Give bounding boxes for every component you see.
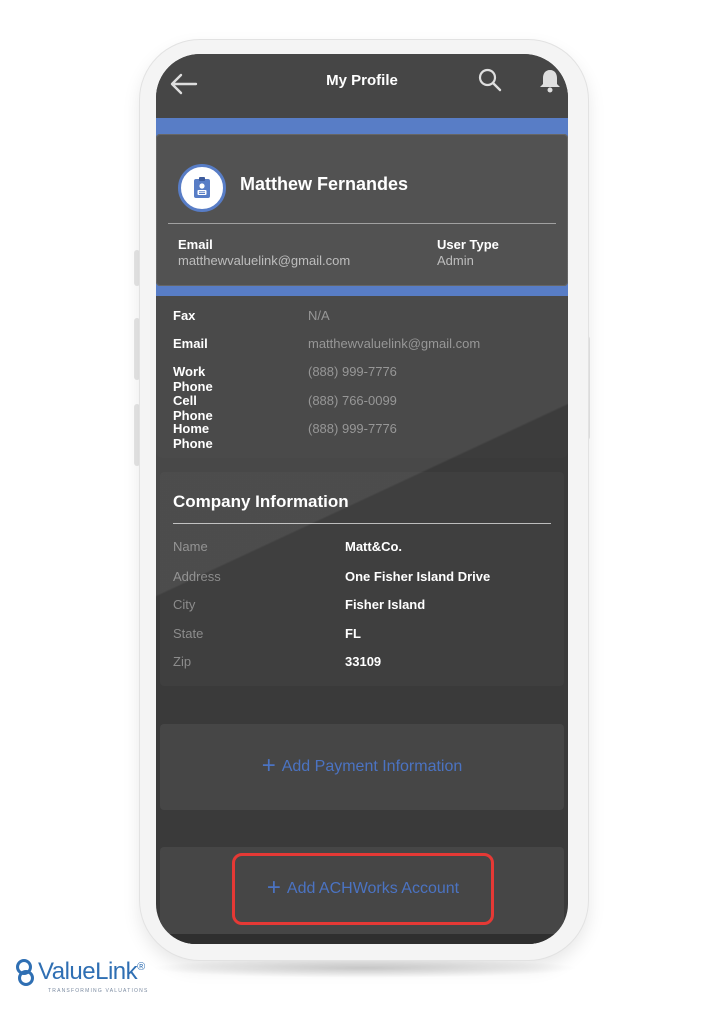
contact-value: (888) 766-0099 [308, 393, 397, 408]
company-label: City [173, 597, 196, 612]
ach-highlight-box: + Add ACHWorks Account [232, 853, 494, 925]
company-label: Name [173, 539, 208, 554]
company-value: Fisher Island [345, 597, 426, 612]
contact-details-card: Fax N/A Email matthewvaluelink@gmail.com… [156, 296, 568, 458]
add-ach-label: Add ACHWorks Account [286, 880, 460, 897]
add-achworks-account-button[interactable]: + Add ACHWorks Account [266, 873, 460, 901]
user-type-label: User Type [437, 237, 499, 252]
plus-icon: + [266, 873, 281, 901]
company-label: Address [173, 569, 221, 584]
add-payment-label: Add Payment Information [281, 758, 463, 775]
contact-label: Home Phone [173, 421, 213, 451]
contact-label: Work Phone [173, 364, 213, 394]
company-section-title: Company Information [173, 492, 349, 511]
profile-card: Matthew Fernandes Email matthewvaluelink… [156, 134, 568, 286]
contact-label: Email [173, 336, 208, 351]
contact-label: Fax [173, 308, 196, 323]
bell-icon [540, 70, 560, 93]
valuelink-logo-icon [16, 959, 34, 986]
contact-value: (888) 999-7776 [308, 421, 397, 436]
payment-information-card: + Add Payment Information [160, 724, 564, 810]
search-icon [478, 68, 502, 92]
company-information-card: Company Information Name Matt&Co. Addres… [160, 472, 564, 686]
ach-account-card: + Add ACHWorks Account [160, 847, 564, 944]
page-title: My Profile [326, 72, 398, 89]
logo-tagline: TRANSFORMING VALUATIONS [48, 988, 149, 994]
user-name: Matthew Fernandes [240, 174, 409, 194]
contact-value: matthewvaluelink@gmail.com [308, 336, 481, 351]
company-value: FL [345, 626, 361, 641]
profile-email-label: Email [178, 237, 213, 252]
company-label: State [173, 626, 204, 641]
company-value: 33109 [345, 654, 382, 669]
phone-shadow [150, 958, 580, 978]
phone-screen: My Profile Matthew Fernandes Email matth… [156, 54, 568, 944]
profile-card-divider [168, 223, 556, 224]
company-label: Zip [173, 654, 192, 669]
company-divider [173, 523, 551, 524]
contact-value: (888) 999-7776 [308, 364, 397, 379]
user-type-value: Admin [437, 253, 474, 268]
app-header: My Profile [156, 54, 568, 118]
registered-mark: ® [137, 961, 145, 973]
add-payment-information-button[interactable]: + Add Payment Information [261, 751, 463, 779]
screen-bottom-strip [156, 934, 568, 944]
search-button[interactable] [476, 66, 504, 94]
plus-icon: + [261, 751, 276, 779]
notifications-button[interactable] [536, 66, 564, 94]
contact-label: Cell Phone [173, 393, 213, 423]
avatar [178, 164, 226, 212]
company-value: Matt&Co. [345, 539, 403, 554]
company-value: One Fisher Island Drive [345, 569, 491, 584]
valuelink-logo: ValueLink® TRANSFORMING VALUATIONS [14, 958, 184, 998]
logo-text: ValueLink® [38, 958, 145, 986]
profile-email-value: matthewvaluelink@gmail.com [178, 253, 351, 268]
logo-wordmark: ValueLink [38, 958, 138, 985]
id-badge-icon [194, 177, 210, 198]
contact-value: N/A [308, 308, 330, 323]
